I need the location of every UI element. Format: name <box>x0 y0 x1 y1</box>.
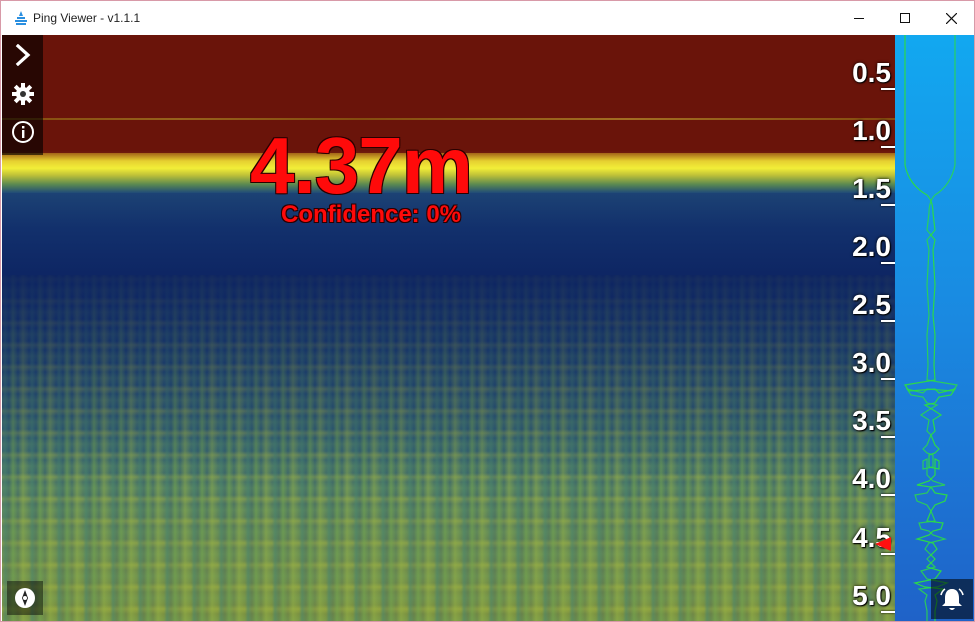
alarm-button[interactable] <box>931 579 973 619</box>
bell-icon <box>940 588 964 610</box>
scale-tick-label: 1.5 <box>852 173 891 204</box>
scale-tick-mark <box>881 494 895 496</box>
waterfall-noise-region <box>2 275 895 621</box>
scale-tick-mark <box>881 378 895 380</box>
scale-tick-mark <box>881 436 895 438</box>
depth-scale: 0.5 1.0 1.5 2.0 2.5 3.0 3.5 4.0 4.5 5.0 <box>822 35 895 621</box>
scale-tick-mark <box>881 204 895 206</box>
window-controls <box>836 1 974 35</box>
info-icon <box>11 121 34 143</box>
scale-tick-label: 1.0 <box>852 115 891 146</box>
minimize-button[interactable] <box>836 1 882 35</box>
scale-tick-mark <box>881 262 895 264</box>
settings-button[interactable] <box>2 75 43 113</box>
maximize-icon <box>900 13 910 23</box>
distance-readout: 4.37m Confidence: 0% <box>250 121 510 229</box>
scale-tick-mark <box>881 553 895 555</box>
compass-button[interactable] <box>7 581 43 615</box>
distance-value: 4.37m <box>250 121 473 210</box>
compass-icon <box>15 588 35 608</box>
depth-marker-arrow <box>875 537 891 551</box>
close-icon <box>945 12 957 24</box>
expand-menu-button[interactable] <box>2 35 43 75</box>
scale-tick-mark <box>881 320 895 322</box>
signal-profile-graph <box>903 35 959 621</box>
ping-viewer-logo-icon <box>15 10 27 26</box>
confidence-value: Confidence: 0% <box>281 201 462 228</box>
scale-tick-mark <box>881 146 895 148</box>
maximize-button[interactable] <box>882 1 928 35</box>
app-window: Ping Viewer - v1.1.1 4.37m Confidence: 0… <box>0 0 975 622</box>
chevron-right-icon <box>15 44 30 66</box>
title-bar[interactable]: Ping Viewer - v1.1.1 <box>1 1 974 35</box>
minimize-icon <box>854 18 864 19</box>
scale-tick-label: 2.5 <box>852 289 891 320</box>
window-title: Ping Viewer - v1.1.1 <box>33 11 141 25</box>
info-button[interactable] <box>2 113 43 151</box>
scale-tick-label: 3.5 <box>852 405 891 436</box>
sidebar-menu <box>2 35 43 155</box>
scale-tick-mark <box>881 611 895 613</box>
scale-tick-mark <box>881 88 895 90</box>
waterfall-faint-echo-line <box>2 118 895 120</box>
sonar-view: 4.37m Confidence: 0% 0.5 1.0 1.5 2.0 2.5… <box>2 35 974 621</box>
scale-tick-label: 0.5 <box>852 57 891 88</box>
signal-profile-panel <box>895 35 974 621</box>
scale-tick-label: 3.0 <box>852 347 891 378</box>
close-button[interactable] <box>928 1 974 35</box>
scale-tick-label: 5.0 <box>852 580 891 611</box>
scale-tick-label: 4.0 <box>852 463 891 494</box>
scale-tick-label: 2.0 <box>852 231 891 262</box>
gear-icon <box>11 83 34 105</box>
